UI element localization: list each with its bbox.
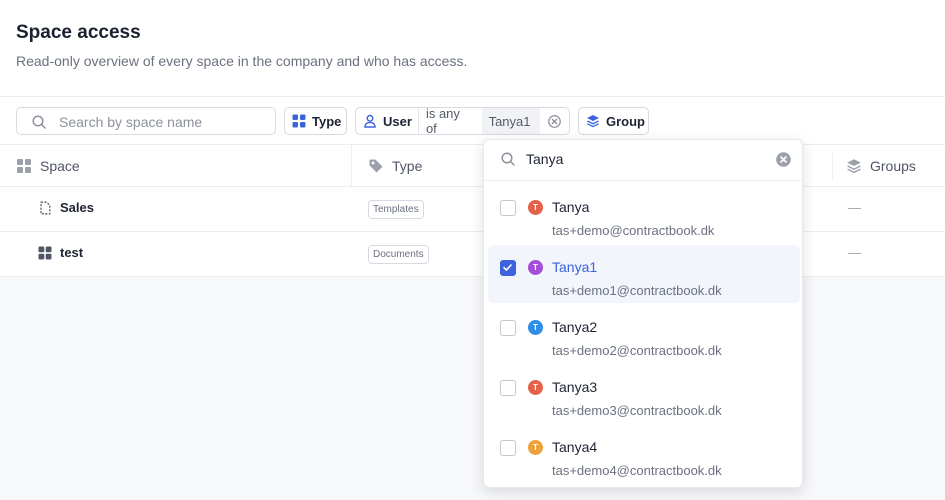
space-search[interactable] (16, 107, 276, 135)
table-header: Space Type Groups (0, 145, 945, 187)
layers-icon (846, 158, 862, 174)
user-option[interactable]: T Tanya1 tas+demo1@contractbook.dk (488, 245, 800, 303)
user-filter-chip[interactable]: User is any of Tanya1 (355, 106, 570, 136)
column-label-type: Type (392, 158, 423, 174)
remove-filter-button[interactable] (540, 108, 570, 134)
user-option-checkbox[interactable] (500, 200, 516, 216)
template-icon (38, 201, 52, 215)
clear-icon (547, 114, 561, 128)
column-header-groups[interactable]: Groups (846, 145, 916, 187)
user-option-email: tas+demo3@contractbook.dk (552, 403, 722, 418)
user-option-name: Tanya1 (552, 259, 598, 275)
type-badge: Templates (368, 200, 424, 219)
search-input[interactable] (59, 112, 269, 132)
page-subtitle: Read-only overview of every space in the… (16, 53, 468, 69)
column-header-space[interactable]: Space (16, 145, 80, 187)
search-icon (501, 152, 515, 166)
user-filter-operator[interactable]: is any of (417, 106, 482, 136)
table-row[interactable]: test Documents — (0, 232, 945, 277)
column-divider (832, 153, 833, 179)
page-header: Space access Read-only overview of every… (0, 0, 945, 97)
space-name[interactable]: test (38, 245, 83, 260)
user-option-email: tas+demo4@contractbook.dk (552, 463, 722, 478)
space-name-label: test (60, 245, 84, 260)
user-option-checkbox[interactable] (500, 380, 516, 396)
check-icon (503, 264, 512, 271)
grid-icon (16, 158, 32, 174)
grid-icon (292, 114, 306, 128)
user-option[interactable]: T Tanya3 tas+demo3@contractbook.dk (488, 365, 800, 423)
column-label-groups: Groups (870, 158, 916, 174)
clear-search-icon[interactable] (776, 152, 791, 167)
user-filter-value[interactable]: Tanya1 (481, 108, 540, 134)
user-option-checkbox[interactable] (500, 320, 516, 336)
group-filter-label: Group (606, 113, 645, 129)
user-option-email: tas+demo@contractbook.dk (552, 223, 715, 238)
dropdown-search-input[interactable]: Tanya (526, 151, 563, 167)
type-badge: Documents (368, 245, 429, 264)
user-filter-dropdown: Tanya T Tanya tas+demo@contractbook.dk T Tan… (483, 139, 803, 488)
user-option[interactable]: T Tanya tas+demo@contractbook.dk (488, 185, 800, 243)
user-option-name: Tanya4 (552, 439, 598, 455)
avatar: T (528, 320, 543, 335)
avatar: T (528, 440, 543, 455)
page-title: Space access (16, 22, 141, 43)
avatar: T (528, 380, 543, 395)
user-option-name: Tanya3 (552, 379, 598, 395)
user-option-name: Tanya2 (552, 319, 598, 335)
dropdown-search[interactable]: Tanya (484, 140, 802, 181)
user-option[interactable]: T Tanya2 tas+demo2@contractbook.dk (488, 305, 800, 363)
groups-value: — (848, 245, 861, 260)
user-filter-label: User (383, 113, 412, 129)
group-filter-button[interactable]: Group (578, 107, 649, 135)
layers-icon (586, 114, 600, 128)
user-icon (363, 114, 377, 128)
column-label-space: Space (40, 158, 80, 174)
avatar: T (528, 200, 543, 215)
type-filter-button[interactable]: Type (284, 107, 347, 135)
search-icon (32, 115, 46, 129)
tag-icon (368, 158, 384, 174)
column-header-type[interactable]: Type (368, 145, 422, 187)
user-option-email: tas+demo2@contractbook.dk (552, 343, 722, 358)
user-option-email: tas+demo1@contractbook.dk (552, 283, 722, 298)
user-filter-field[interactable]: User (356, 108, 418, 134)
avatar: T (528, 260, 543, 275)
user-option-name: Tanya (552, 199, 590, 215)
table-row[interactable]: Sales Templates — (0, 187, 945, 232)
user-option-checkbox[interactable] (500, 260, 516, 276)
type-filter-label: Type (312, 113, 342, 129)
space-name[interactable]: Sales (38, 200, 94, 215)
filter-bar: Type User is any of Tanya1 Group (0, 97, 945, 145)
space-name-label: Sales (60, 200, 94, 215)
user-option-checkbox[interactable] (500, 440, 516, 456)
grid-icon (38, 246, 52, 260)
groups-value: — (848, 200, 861, 215)
user-option[interactable]: T Tanya4 tas+demo4@contractbook.dk (488, 425, 800, 483)
